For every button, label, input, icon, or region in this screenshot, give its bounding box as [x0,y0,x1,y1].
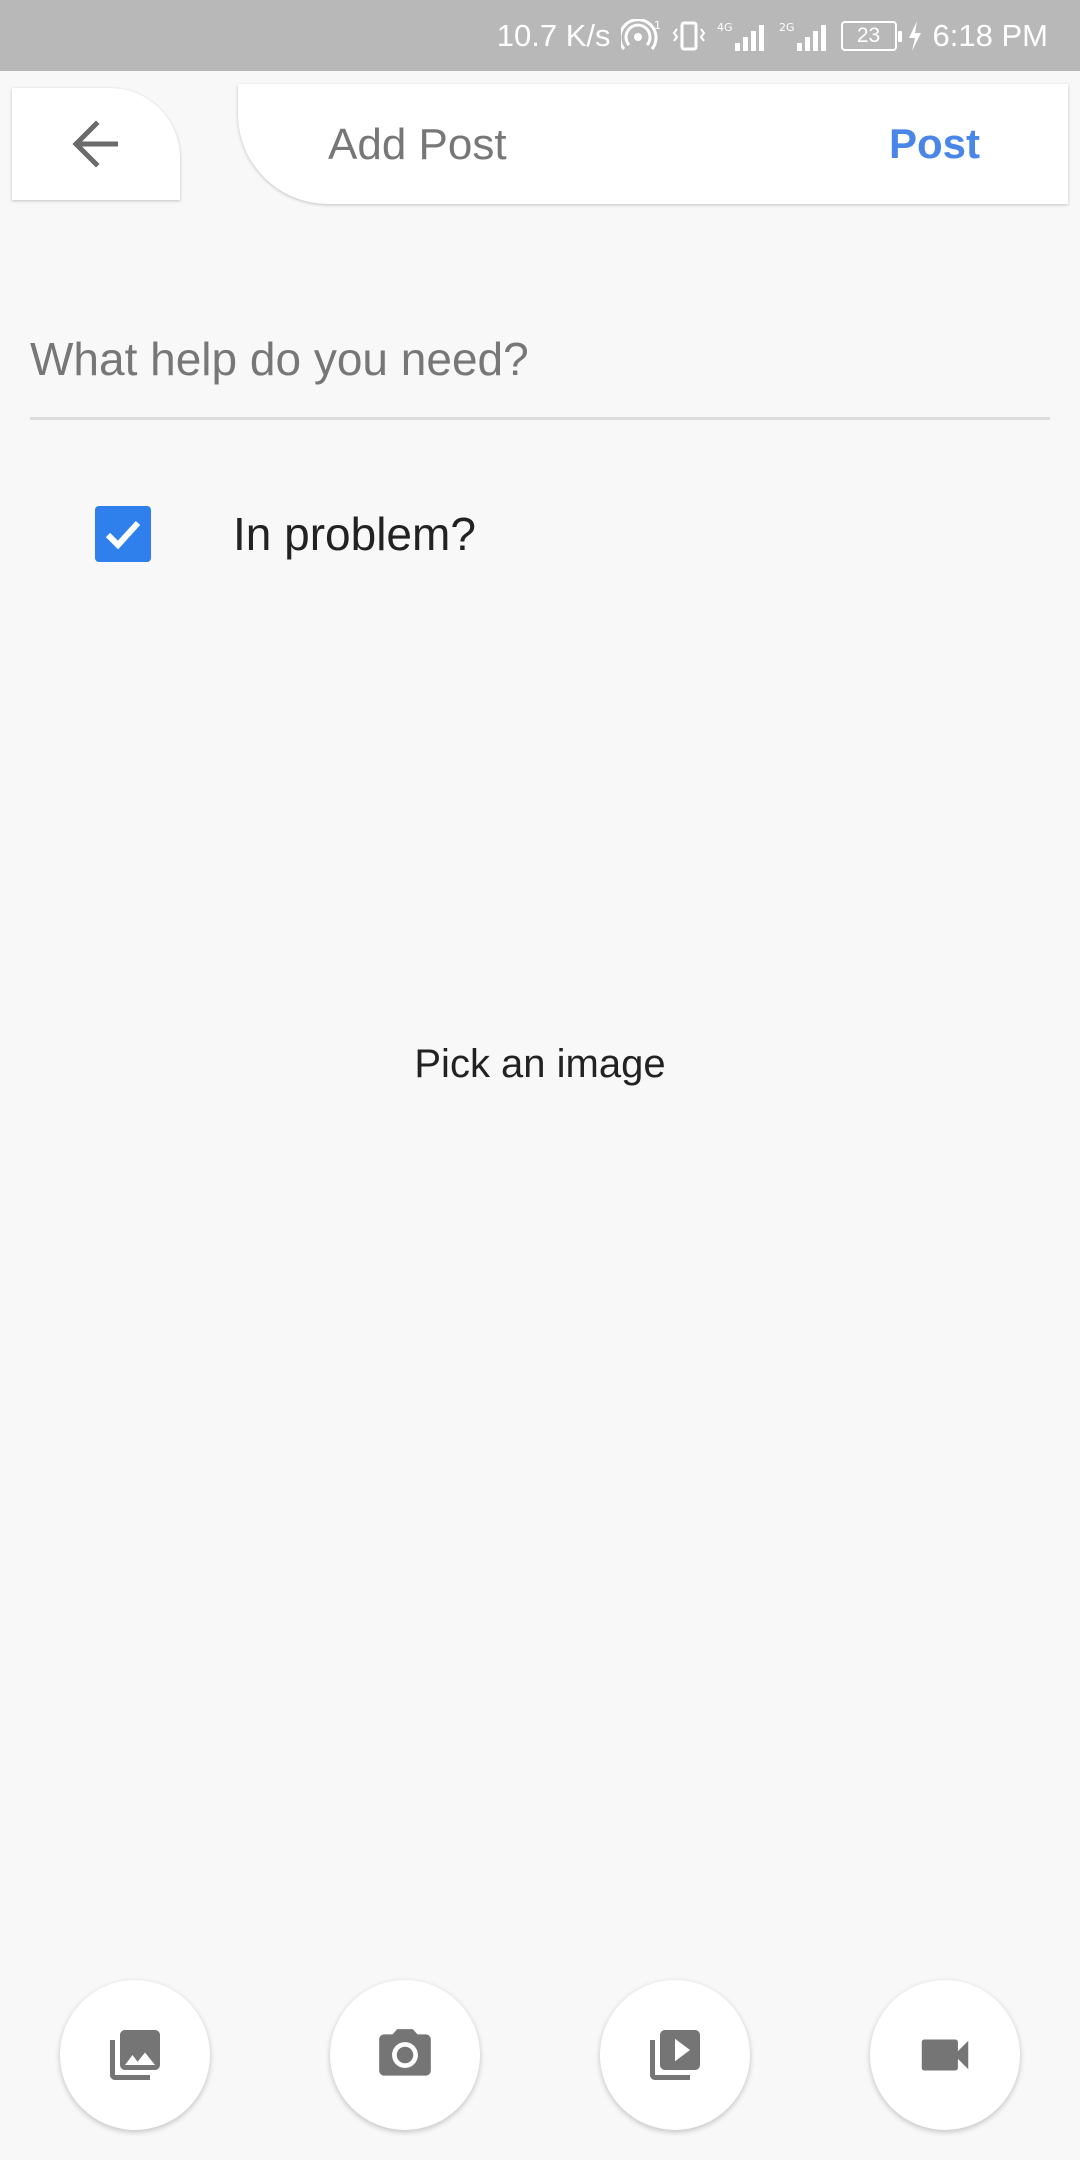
title-bar: Add Post Post [238,84,1068,204]
help-input[interactable] [30,300,1050,420]
battery-level: 23 [856,23,881,47]
photo-library-icon [110,2030,160,2080]
in-problem-row: In problem? [95,506,476,562]
charging-icon [907,20,923,51]
page-title: Add Post [328,120,507,169]
back-button[interactable] [12,88,180,200]
camera-icon [379,2029,431,2076]
video-library-icon [650,2030,700,2080]
videocam-icon [921,2039,969,2071]
clock: 6:18 PM [932,17,1048,53]
checkmark-icon [105,520,141,550]
add-post-screen: 10.7 K/s 1 4G 2G 23 6:18 PM Add Post Pos… [0,0,1080,2160]
arrow-back-icon [72,120,118,168]
post-button[interactable]: Post [889,120,980,168]
video-gallery-button[interactable] [600,1980,750,2130]
hotspot-icon: 1 [620,18,661,53]
network-speed: 10.7 K/s [496,17,611,53]
signal-4g-icon: 4G [717,19,769,53]
gallery-button[interactable] [60,1980,210,2130]
network-2g-label: 2G [779,21,795,34]
status-bar: 10.7 K/s 1 4G 2G 23 6:18 PM [0,0,1080,71]
vibrate-icon [671,19,707,53]
in-problem-checkbox[interactable] [95,506,151,562]
camera-button[interactable] [330,1980,480,2130]
network-4g-label: 4G [717,21,733,34]
signal-2g-icon: 2G [779,19,831,53]
battery-icon: 23 [840,20,902,51]
record-video-button[interactable] [870,1980,1020,2130]
pick-image-text: Pick an image [414,1042,666,1086]
svg-text:1: 1 [654,19,661,32]
in-problem-label: In problem? [233,508,476,560]
